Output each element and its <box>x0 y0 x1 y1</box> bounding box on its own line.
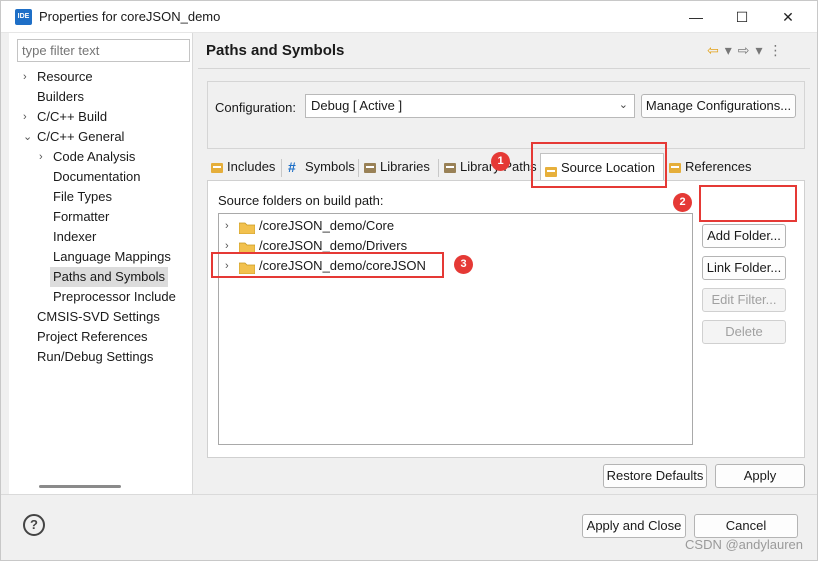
tab-separator <box>281 159 282 177</box>
tab-label: Includes <box>227 159 276 174</box>
edit-filter-button[interactable]: Edit Filter... <box>702 288 786 312</box>
libraries-icon <box>363 160 377 174</box>
sidebar-item-indexer[interactable]: Indexer <box>53 227 96 247</box>
source-folder-list[interactable]: ›/coreJSON_demo/Core ›/coreJSON_demo/Driv… <box>218 213 693 445</box>
annotation-badge-2: 2 <box>673 193 692 212</box>
maximize-button[interactable]: ☐ <box>719 1 765 33</box>
link-folder-button[interactable]: Link Folder... <box>702 256 786 280</box>
tree-expand-icon[interactable]: › <box>23 67 27 87</box>
folder-icon <box>238 220 256 235</box>
sidebar-item-c-c-general[interactable]: C/C++ General <box>37 127 124 147</box>
configuration-group: Configuration: Debug [ Active ] ⌄ Manage… <box>207 81 805 149</box>
sidebar-item-file-types[interactable]: File Types <box>53 187 112 207</box>
sidebar: › ResourceBuilders › C/C++ Build⌄C/C++ Gene… <box>9 33 193 494</box>
hash-icon: # <box>288 159 296 175</box>
sidebar-item-run-debug-settings[interactable]: Run/Debug Settings <box>37 347 153 367</box>
help-icon[interactable]: ? <box>23 514 45 536</box>
sidebar-item-language-mappings[interactable]: Language Mappings <box>53 247 171 267</box>
expand-chevron-icon[interactable]: › <box>225 216 229 236</box>
references-icon <box>668 160 682 174</box>
filter-input[interactable] <box>17 39 190 62</box>
annotation-badge-3: 3 <box>454 255 473 274</box>
annotation-badge-1: 1 <box>491 152 510 171</box>
sidebar-item-formatter[interactable]: Formatter <box>53 207 109 227</box>
tab-includes[interactable]: Includes <box>207 156 279 180</box>
minimize-button[interactable]: — <box>673 1 719 33</box>
apply-button[interactable]: Apply <box>715 464 805 488</box>
tab-libraries[interactable]: Libraries <box>360 156 436 180</box>
window-title: Properties for coreJSON_demo <box>39 9 221 24</box>
tree-expand-icon[interactable]: › <box>39 147 43 167</box>
page-title: Paths and Symbols <box>206 42 345 59</box>
cancel-button[interactable]: Cancel <box>694 514 798 538</box>
tab-label: Symbols <box>305 159 355 174</box>
tab-references[interactable]: References <box>665 156 751 180</box>
view-menu-icon[interactable]: ⋮ <box>769 42 783 58</box>
sidebar-item-project-references[interactable]: Project References <box>37 327 148 347</box>
header-divider <box>198 68 810 69</box>
back-dropdown-icon[interactable]: ▾ <box>725 42 732 58</box>
history-nav: ⇦ ▾ ⇨ ▾ ⋮ <box>707 42 789 59</box>
sidebar-item-documentation[interactable]: Documentation <box>53 167 140 187</box>
library-paths-icon <box>443 160 457 174</box>
manage-configurations-button[interactable]: Manage Configurations... <box>641 94 796 118</box>
configuration-select[interactable]: Debug [ Active ] ⌄ <box>305 94 635 118</box>
tree-expand-icon[interactable]: ⌄ <box>23 127 32 147</box>
sidebar-item-builders[interactable]: Builders <box>37 87 84 107</box>
close-button[interactable]: ✕ <box>765 1 811 33</box>
chevron-down-icon: ⌄ <box>618 99 628 111</box>
tree-expand-icon[interactable]: › <box>23 107 27 127</box>
tab-library-paths[interactable]: Library Paths <box>440 156 537 180</box>
back-arrow-icon[interactable]: ⇦ <box>707 42 719 58</box>
tab-symbols[interactable]: # Symbols <box>285 156 356 180</box>
sidebar-item-preprocessor-include[interactable]: Preprocessor Include <box>53 287 176 307</box>
watermark: CSDN @andylauren <box>685 537 803 552</box>
ide-app-icon: IDE <box>15 9 32 25</box>
sidebar-item-cmsis-svd-settings[interactable]: CMSIS-SVD Settings <box>37 307 160 327</box>
add-folder-button[interactable]: Add Folder... <box>702 224 786 248</box>
tab-separator <box>438 159 439 177</box>
annotation-box-source-location <box>531 142 667 188</box>
sidebar-item-resource[interactable]: Resource <box>37 67 93 87</box>
properties-dialog: IDE Properties for coreJSON_demo — ☐ ✕ ›… <box>0 0 818 561</box>
annotation-box-corejson-folder <box>211 252 444 278</box>
tab-separator <box>358 159 359 177</box>
forward-arrow-icon[interactable]: ⇨ <box>738 42 750 58</box>
forward-dropdown-icon[interactable]: ▾ <box>756 42 763 58</box>
source-folder-row[interactable]: › /coreJSON_demo/Core <box>225 216 685 236</box>
title-bar: IDE Properties for coreJSON_demo — ☐ ✕ <box>1 1 817 33</box>
configuration-label: Configuration: <box>215 100 296 115</box>
annotation-box-add-folder <box>699 185 797 222</box>
sidebar-item-paths-and-symbols[interactable]: Paths and Symbols <box>50 267 169 287</box>
folder-path: /coreJSON_demo/Core <box>259 218 395 233</box>
tab-label: Libraries <box>380 159 430 174</box>
tab-label: References <box>685 159 752 174</box>
dialog-footer: ? Apply and Close Cancel CSDN @andylaure… <box>1 494 817 560</box>
configuration-value: Debug [ Active ] <box>311 98 403 113</box>
sidebar-scrollbar[interactable] <box>39 485 121 488</box>
sidebar-item-code-analysis[interactable]: Code Analysis <box>53 147 135 167</box>
restore-defaults-button[interactable]: Restore Defaults <box>603 464 707 488</box>
apply-and-close-button[interactable]: Apply and Close <box>582 514 686 538</box>
source-folders-label: Source folders on build path: <box>218 193 384 208</box>
sidebar-item-c-c-build[interactable]: C/C++ Build <box>37 107 107 127</box>
delete-button[interactable]: Delete <box>702 320 786 344</box>
folder-icon <box>238 240 256 255</box>
includes-icon <box>210 160 224 174</box>
